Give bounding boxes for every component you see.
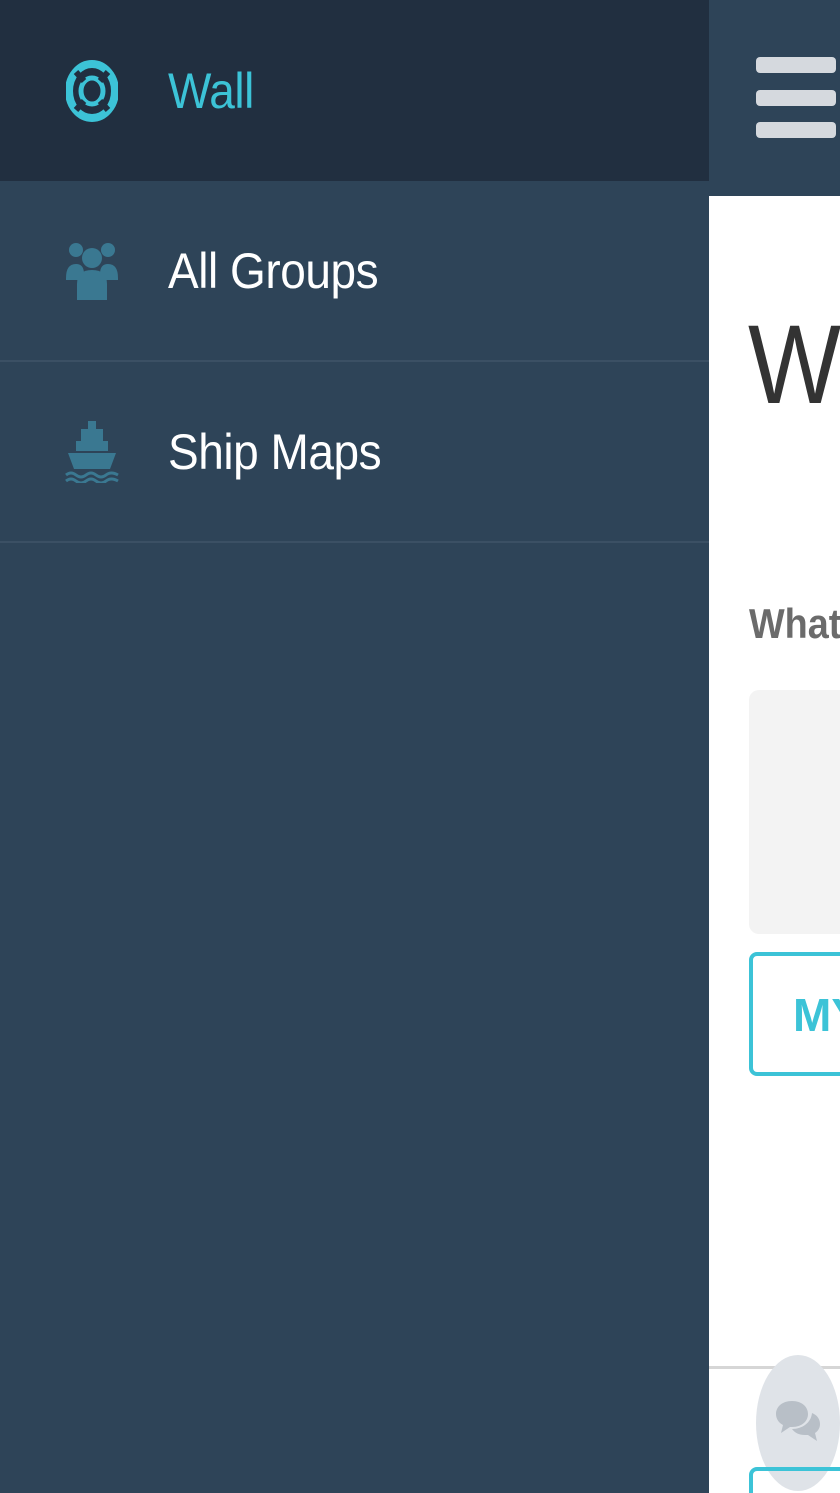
top-bar: [709, 0, 840, 196]
app-screen: Wall All Groups Ship Maps W What M: [0, 0, 840, 1493]
page-title: Wa: [748, 302, 840, 427]
ship-icon: [64, 420, 120, 484]
post-textarea[interactable]: [749, 690, 840, 934]
hamburger-icon[interactable]: [756, 57, 840, 139]
group-icon: [64, 239, 120, 303]
sidebar-item-label: Ship Maps: [168, 423, 382, 480]
sidebar-item-wall[interactable]: Wall: [0, 0, 709, 181]
bottom-action-button[interactable]: [749, 1467, 840, 1493]
sidebar-item-all-groups[interactable]: All Groups: [0, 181, 709, 362]
life-ring-icon: [64, 59, 120, 123]
main-content: Wa What MY: [709, 0, 840, 1493]
sidebar-item-label: Wall: [168, 62, 254, 119]
chat-bubbles-icon: [774, 1399, 822, 1448]
post-prompt-label: What: [749, 600, 840, 647]
my-posts-button[interactable]: MY: [749, 952, 840, 1076]
my-posts-button-label: MY: [793, 989, 840, 1041]
sidebar-item-ship-maps[interactable]: Ship Maps: [0, 362, 709, 543]
sidebar-menu: Wall All Groups Ship Maps: [0, 0, 709, 1493]
sidebar-item-label: All Groups: [168, 242, 379, 299]
